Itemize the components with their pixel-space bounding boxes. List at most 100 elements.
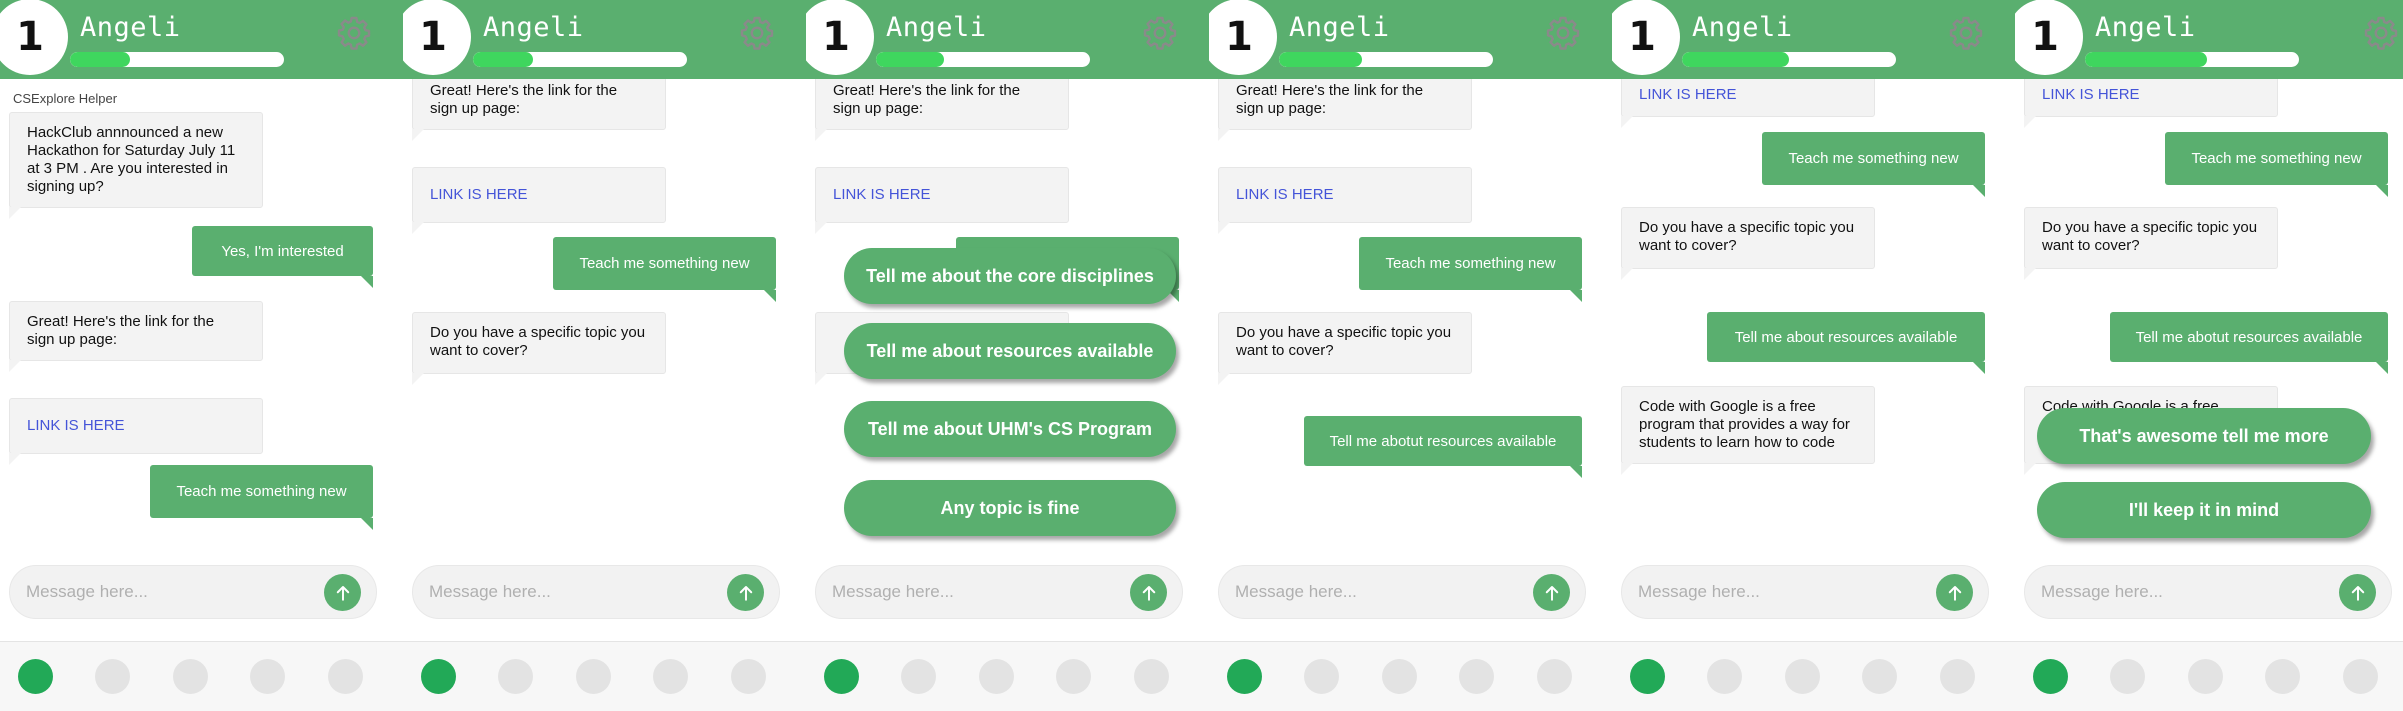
page-dot[interactable] xyxy=(731,659,766,694)
user-message: Teach me something new xyxy=(1762,132,1985,197)
bot-message: Great! Here's the link for the sign up p… xyxy=(412,79,666,141)
send-button[interactable] xyxy=(727,574,764,611)
user-message: Yes, I'm interested xyxy=(192,226,373,288)
page-dot[interactable] xyxy=(1785,659,1820,694)
page-dot[interactable] xyxy=(173,659,208,694)
bot-message: Great! Here's the link for the sign up p… xyxy=(1218,79,1472,141)
page-dot[interactable] xyxy=(421,659,456,694)
page-dot[interactable] xyxy=(250,659,285,694)
pagination xyxy=(1209,641,1612,711)
arrow-up-icon xyxy=(1545,585,1558,601)
option-tell-me-more[interactable]: That's awesome tell me more xyxy=(2037,408,2371,464)
option-keep-in-mind[interactable]: I'll keep it in mind xyxy=(2037,482,2371,538)
progress-fill xyxy=(70,52,130,67)
message-input[interactable] xyxy=(1630,580,1930,604)
page-dot[interactable] xyxy=(1382,659,1417,694)
app-header: 1 Angeli xyxy=(2015,0,2403,79)
chat-area: CSExplore Helper HackClub annnounced a n… xyxy=(0,79,403,639)
page-dot[interactable] xyxy=(2265,659,2300,694)
message-input-bar xyxy=(815,565,1183,619)
page-dot[interactable] xyxy=(901,659,936,694)
gear-icon[interactable] xyxy=(1545,15,1581,51)
app-header: 1 Angeli xyxy=(1209,0,1612,79)
option-any-topic[interactable]: Any topic is fine xyxy=(844,480,1176,536)
progress-bar xyxy=(876,52,1090,67)
chat-screen-4: 1 Angeli Great! Here's the link for the … xyxy=(1209,0,1612,711)
send-button[interactable] xyxy=(2339,574,2376,611)
user-message: Tell me about resources available xyxy=(1707,312,1985,374)
level-badge: 1 xyxy=(2015,0,2083,75)
page-dot[interactable] xyxy=(2188,659,2223,694)
page-dot[interactable] xyxy=(95,659,130,694)
link-message[interactable]: LINK IS HERE xyxy=(9,398,263,465)
link-message[interactable]: LINK IS HERE xyxy=(1218,167,1472,234)
message-input[interactable] xyxy=(18,580,318,604)
page-dot[interactable] xyxy=(2110,659,2145,694)
progress-bar xyxy=(70,52,284,67)
page-dot[interactable] xyxy=(824,659,859,694)
app-header: 1 Angeli xyxy=(403,0,806,79)
gear-icon[interactable] xyxy=(1948,15,1984,51)
user-message: Tell me abotut resources available xyxy=(1304,416,1582,478)
user-name: Angeli xyxy=(1692,12,1793,43)
link-message[interactable]: LINK IS HERE xyxy=(1621,79,1875,128)
page-dot[interactable] xyxy=(1134,659,1169,694)
chat-screen-3: 1 Angeli Great! Here's the link for the … xyxy=(806,0,1209,711)
gear-icon[interactable] xyxy=(739,15,775,51)
bot-message: Great! Here's the link for the sign up p… xyxy=(9,301,263,372)
message-input-bar xyxy=(9,565,377,619)
page-dot[interactable] xyxy=(576,659,611,694)
message-input[interactable] xyxy=(2033,580,2333,604)
page-dot[interactable] xyxy=(328,659,363,694)
option-uhm-program[interactable]: Tell me about UHM's CS Program xyxy=(844,401,1176,457)
message-input-bar xyxy=(1218,565,1586,619)
message-input[interactable] xyxy=(1227,580,1527,604)
app-header: 1 Angeli xyxy=(806,0,1209,79)
page-dot[interactable] xyxy=(1459,659,1494,694)
arrow-up-icon xyxy=(1948,585,1961,601)
chat-area: LINK IS HERE Teach me something new Do y… xyxy=(1612,79,2015,639)
page-dot[interactable] xyxy=(1940,659,1975,694)
progress-fill xyxy=(876,52,945,67)
progress-bar xyxy=(1682,52,1896,67)
gear-icon[interactable] xyxy=(1142,15,1178,51)
chat-area: LINK IS HERE Teach me something new Do y… xyxy=(2015,79,2403,639)
option-resources[interactable]: Tell me about resources available xyxy=(844,323,1176,379)
page-dot[interactable] xyxy=(1862,659,1897,694)
page-dot[interactable] xyxy=(498,659,533,694)
send-button[interactable] xyxy=(1936,574,1973,611)
user-name: Angeli xyxy=(2095,12,2196,43)
send-button[interactable] xyxy=(1130,574,1167,611)
chat-screen-6: 1 Angeli LINK IS HERE Teach me something… xyxy=(2015,0,2403,711)
page-dot[interactable] xyxy=(2033,659,2068,694)
message-input-bar xyxy=(2024,565,2392,619)
link-message[interactable]: LINK IS HERE xyxy=(412,167,666,234)
gear-icon[interactable] xyxy=(336,15,372,51)
bot-message: Do you have a specific topic you want to… xyxy=(1218,312,1472,385)
page-dot[interactable] xyxy=(1227,659,1262,694)
page-dot[interactable] xyxy=(1537,659,1572,694)
pagination xyxy=(806,641,1209,711)
page-dot[interactable] xyxy=(1304,659,1339,694)
level-badge: 1 xyxy=(1209,0,1277,75)
page-dot[interactable] xyxy=(979,659,1014,694)
pagination xyxy=(2015,641,2403,711)
page-dot[interactable] xyxy=(2343,659,2378,694)
link-message[interactable]: LINK IS HERE xyxy=(815,167,1069,234)
user-name: Angeli xyxy=(1289,12,1390,43)
page-dot[interactable] xyxy=(1707,659,1742,694)
link-message[interactable]: LINK IS HERE xyxy=(2024,79,2278,128)
arrow-up-icon xyxy=(1142,585,1155,601)
page-dot[interactable] xyxy=(1630,659,1665,694)
gear-icon[interactable] xyxy=(2363,15,2399,51)
send-button[interactable] xyxy=(1533,574,1570,611)
page-dot[interactable] xyxy=(653,659,688,694)
message-input[interactable] xyxy=(421,580,721,604)
option-core-disciplines[interactable]: Tell me about the core disciplines xyxy=(844,248,1176,304)
user-message: Tell me abotut resources available xyxy=(2110,312,2388,374)
send-button[interactable] xyxy=(324,574,361,611)
progress-fill xyxy=(2085,52,2207,67)
page-dot[interactable] xyxy=(18,659,53,694)
message-input[interactable] xyxy=(824,580,1124,604)
page-dot[interactable] xyxy=(1056,659,1091,694)
